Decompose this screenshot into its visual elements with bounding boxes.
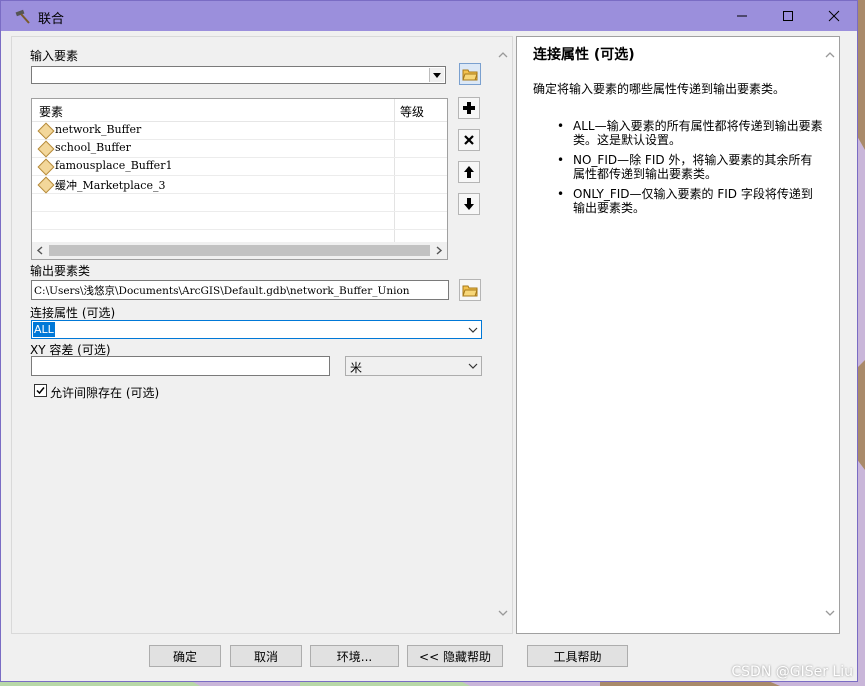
tool-help-button[interactable]: 工具帮助: [527, 645, 628, 667]
list-item[interactable]: school_Buffer: [32, 140, 447, 158]
hide-help-button[interactable]: << 隐藏帮助: [407, 645, 503, 667]
environments-button[interactable]: 环境...: [310, 645, 399, 667]
help-description: 确定将输入要素的哪些属性传递到输出要素类。: [533, 82, 786, 96]
polygon-layer-icon: [37, 140, 55, 158]
chevron-right-icon: [436, 246, 443, 255]
chevron-down-icon: [466, 358, 480, 374]
help-option-text: NO_FID—除 FID 外，将输入要素的其余所有属性都传递到输出要素类。: [573, 153, 813, 181]
list-item-empty: [32, 194, 447, 212]
xy-tolerance-input[interactable]: [31, 356, 330, 376]
feature-name: school_Buffer: [55, 141, 131, 154]
vertical-scrollbar[interactable]: [494, 37, 512, 633]
list-item[interactable]: famousplace_Buffer1: [32, 158, 447, 176]
bullet-icon: •: [557, 153, 565, 167]
xy-unit-value: 米: [350, 361, 363, 375]
browse-input-button[interactable]: [459, 63, 481, 85]
checkmark-icon: [36, 387, 45, 395]
delete-x-icon: [464, 135, 474, 145]
scrollbar-thumb[interactable]: [49, 245, 430, 256]
help-option-text: ALL—输入要素的所有属性都将传递到输出要素类。这是默认设置。: [573, 119, 823, 147]
maximize-icon: [783, 11, 793, 21]
remove-feature-button[interactable]: [458, 129, 480, 151]
minimize-icon: [737, 15, 747, 17]
ok-button[interactable]: 确定: [149, 645, 221, 667]
list-item[interactable]: network_Buffer: [32, 122, 447, 140]
help-title: 连接属性 (可选): [533, 47, 635, 63]
allow-gaps-label: 允许间隙存在 (可选): [50, 386, 160, 400]
chevron-up-icon: [825, 52, 835, 58]
help-option-item: • ALL—输入要素的所有属性都将传递到输出要素类。这是默认设置。: [533, 119, 823, 147]
xy-unit-select[interactable]: 米: [345, 356, 482, 376]
title-bar: 联合: [1, 1, 857, 31]
column-header-rank: 等级: [400, 105, 425, 119]
column-header-feature: 要素: [39, 105, 64, 119]
chevron-down-icon: [466, 322, 480, 337]
horizontal-scrollbar[interactable]: [32, 242, 447, 259]
help-option-item: • NO_FID—除 FID 外，将输入要素的其余所有属性都传递到输出要素类。: [533, 153, 823, 181]
join-attributes-select[interactable]: ALL: [31, 320, 482, 339]
move-up-button[interactable]: [458, 161, 480, 183]
input-features-label: 输入要素: [30, 49, 79, 63]
chevron-down-icon: [498, 610, 508, 616]
close-button[interactable]: [811, 1, 857, 31]
chevron-up-icon: [498, 52, 508, 58]
output-path-value: C:\Users\浅悠京\Documents\ArcGIS\Default.gd…: [34, 285, 410, 297]
allow-gaps-checkbox[interactable]: [34, 384, 47, 397]
list-header: 要素 等级: [32, 99, 447, 122]
add-feature-button[interactable]: [458, 97, 480, 119]
chevron-down-icon: [825, 610, 835, 616]
feature-name: 缓冲_Marketplace_3: [55, 179, 166, 192]
chevron-down-icon: [429, 68, 444, 82]
polygon-layer-icon: [37, 158, 55, 176]
move-down-button[interactable]: [458, 193, 480, 215]
feature-name: network_Buffer: [55, 123, 142, 136]
folder-open-icon: [462, 285, 478, 297]
window-title: 联合: [38, 12, 65, 27]
maximize-button[interactable]: [765, 1, 811, 31]
help-vertical-scrollbar[interactable]: [821, 37, 839, 633]
parameters-panel: 输入要素 要素 等级 network_Buffer school_Buffer …: [11, 36, 513, 634]
union-tool-dialog: 联合 输入要素 要素 等级 network_Buffer school_Buff…: [0, 0, 858, 682]
minimize-button[interactable]: [719, 1, 765, 31]
help-options-list: • ALL—输入要素的所有属性都将传递到输出要素类。这是默认设置。 • NO_FID…: [533, 119, 823, 221]
folder-open-icon: [462, 69, 478, 81]
arrow-up-icon: [464, 166, 474, 178]
browse-output-button[interactable]: [459, 279, 481, 301]
help-panel: 连接属性 (可选) 确定将输入要素的哪些属性传递到输出要素类。 • ALL—输入要…: [516, 36, 840, 634]
bullet-icon: •: [557, 119, 565, 133]
list-item[interactable]: 缓冲_Marketplace_3: [32, 176, 447, 194]
output-feature-class-label: 输出要素类: [30, 264, 91, 278]
list-item-empty: [32, 212, 447, 230]
help-option-text: ONLY_FID—仅输入要素的 FID 字段将传递到输出要素类。: [573, 187, 813, 215]
help-option-item: • ONLY_FID—仅输入要素的 FID 字段将传递到输出要素类。: [533, 187, 823, 215]
cancel-button[interactable]: 取消: [230, 645, 302, 667]
input-features-combo[interactable]: [31, 66, 446, 84]
arrow-down-icon: [464, 198, 474, 210]
join-attributes-label: 连接属性 (可选): [30, 306, 116, 320]
polygon-layer-icon: [37, 176, 55, 194]
chevron-left-icon: [36, 246, 43, 255]
bullet-icon: •: [557, 187, 565, 201]
close-icon: [828, 10, 840, 22]
hammer-icon: [15, 9, 30, 24]
output-feature-class-field[interactable]: C:\Users\浅悠京\Documents\ArcGIS\Default.gd…: [31, 280, 449, 300]
join-attributes-value: ALL: [33, 322, 55, 337]
plus-icon: [463, 102, 475, 114]
input-features-list[interactable]: 要素 等级 network_Buffer school_Buffer famou…: [31, 98, 448, 260]
watermark-text: CSDN @GISer Liu: [731, 664, 853, 680]
polygon-layer-icon: [37, 122, 55, 140]
feature-name: famousplace_Buffer1: [55, 159, 173, 172]
